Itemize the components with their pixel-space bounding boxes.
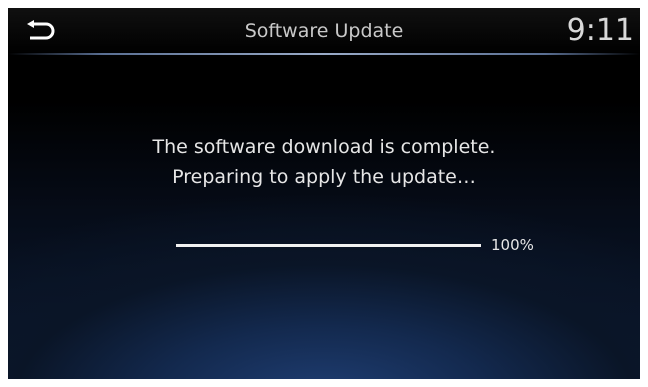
software-update-screen: Software Update 9:11 The software downlo… (8, 8, 640, 379)
status-message: The software download is complete. Prepa… (8, 132, 640, 192)
page-title: Software Update (244, 20, 404, 42)
back-button[interactable] (22, 14, 62, 48)
header-bar: Software Update 9:11 (8, 8, 640, 54)
status-message-line-1: The software download is complete. (152, 136, 496, 158)
header-divider (8, 53, 640, 55)
back-arrow-icon (27, 20, 55, 40)
status-message-line-2: Preparing to apply the update… (172, 166, 476, 188)
progress-percentage: 100% (491, 236, 534, 254)
progress-bar (176, 244, 481, 247)
progress-bar-fill (176, 244, 481, 247)
clock: 9:11 (566, 13, 634, 48)
